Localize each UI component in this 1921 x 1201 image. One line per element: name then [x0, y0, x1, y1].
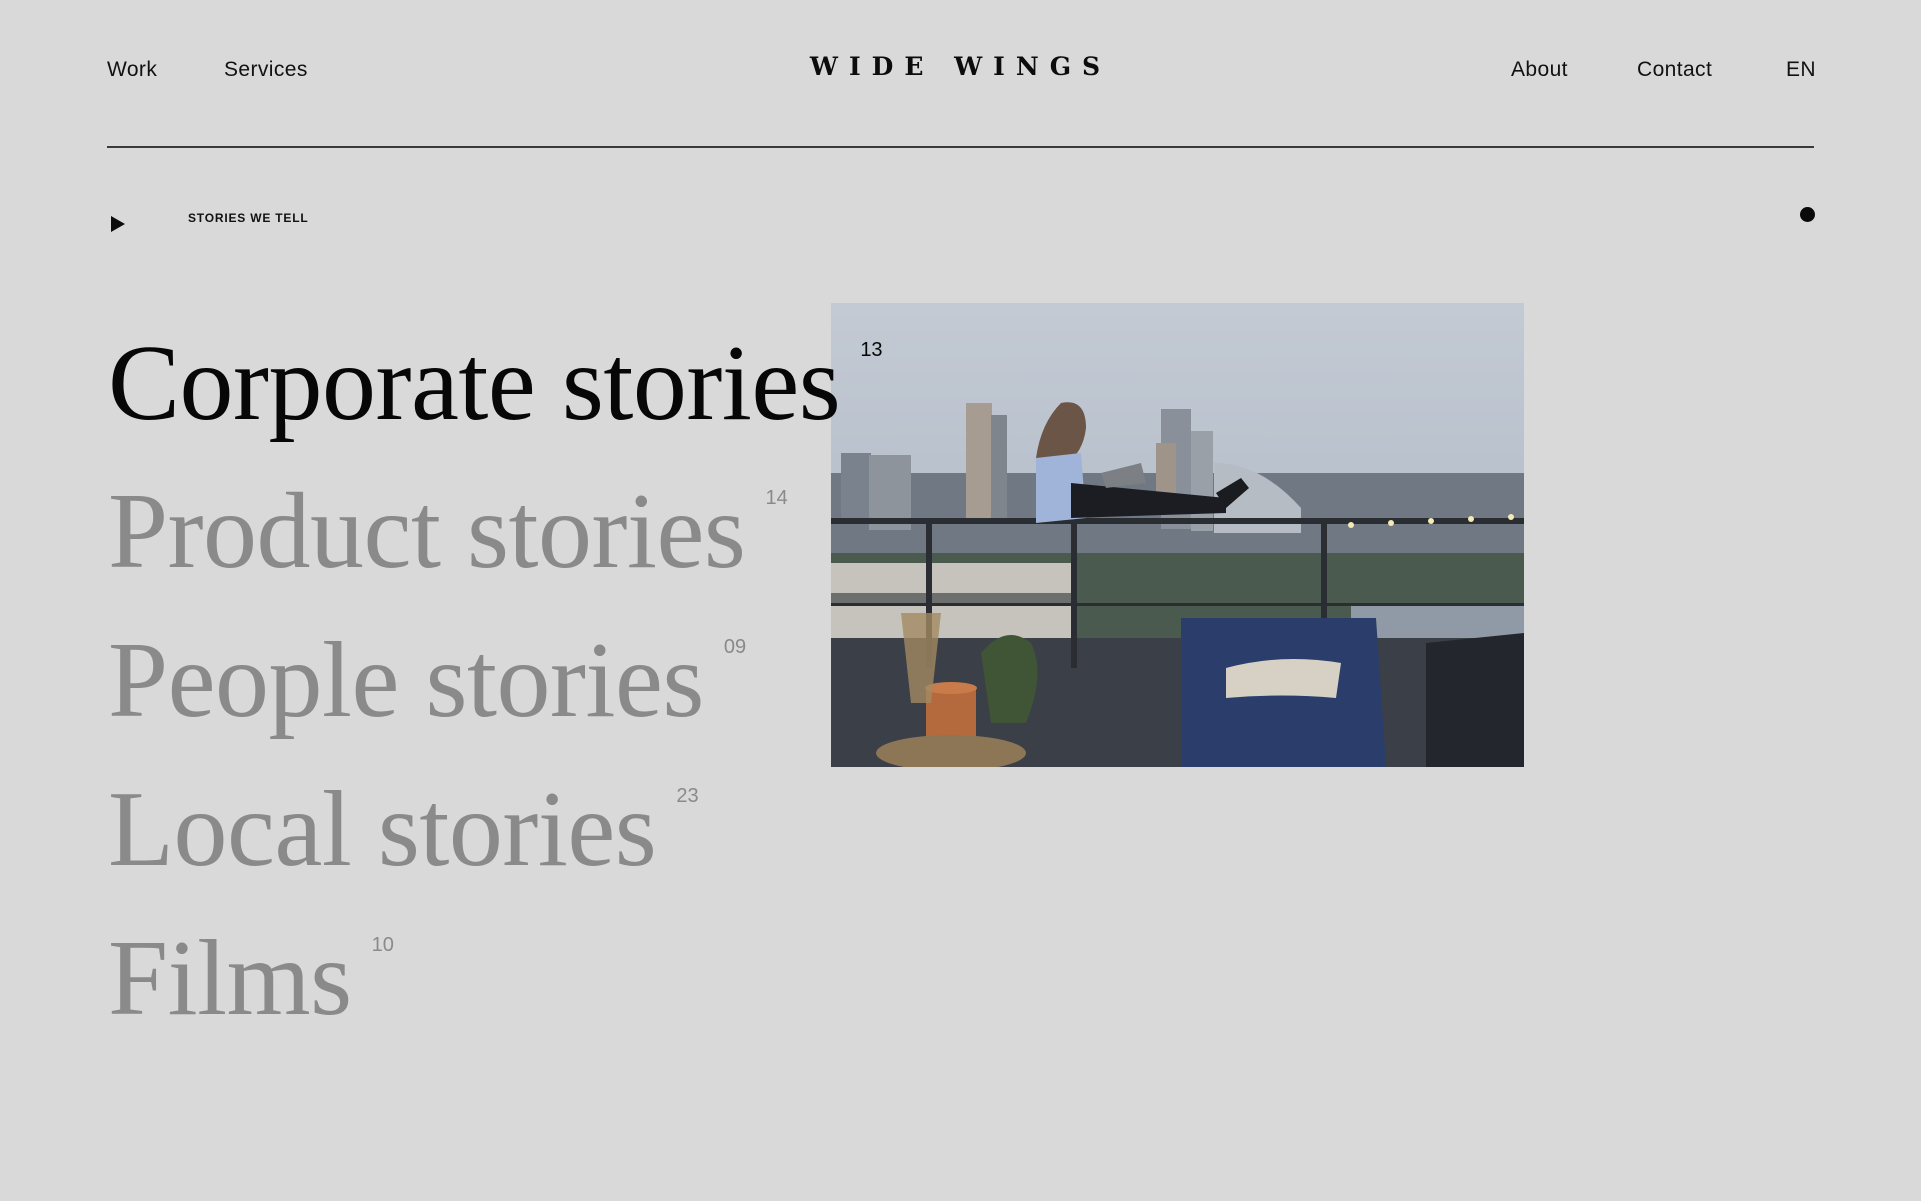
story-item-films[interactable]: Films 10 — [108, 925, 394, 1033]
story-title: Local stories — [108, 770, 657, 889]
site-logo[interactable]: WIDE WINGS — [0, 52, 1921, 81]
story-count: 09 — [723, 636, 747, 658]
story-item-people[interactable]: People stories 09 — [108, 627, 746, 735]
story-count: 14 — [765, 487, 788, 509]
story-title: Corporate stories — [108, 324, 841, 443]
story-item-local[interactable]: Local stories 23 — [108, 776, 699, 884]
story-count: 23 — [676, 785, 699, 807]
story-count: 10 — [371, 934, 394, 956]
language-switch[interactable]: EN — [1786, 58, 1816, 82]
story-title: People stories — [108, 621, 704, 740]
story-count: 13 — [860, 339, 883, 361]
nav-about[interactable]: About — [1511, 58, 1568, 82]
story-item-corporate[interactable]: Corporate stories 13 — [108, 330, 883, 438]
site-header: Work Services WIDE WINGS About Contact E… — [0, 0, 1921, 148]
header-divider — [107, 146, 1814, 148]
story-title: Films — [108, 919, 352, 1038]
story-item-product[interactable]: Product stories 14 — [108, 478, 788, 586]
play-icon[interactable] — [111, 216, 125, 232]
section-label: STORIES WE TELL — [188, 211, 309, 225]
nav-contact[interactable]: Contact — [1637, 58, 1712, 82]
dot-icon[interactable] — [1800, 207, 1815, 222]
story-title: Product stories — [108, 472, 746, 591]
story-preview-image — [831, 303, 1524, 767]
